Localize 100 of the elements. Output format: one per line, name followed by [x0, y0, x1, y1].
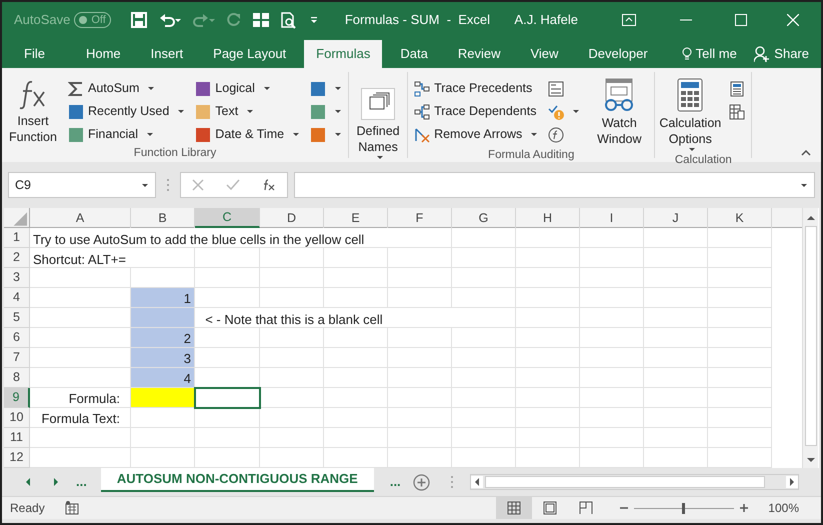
- ribbon-tab[interactable]: Insert: [138, 40, 196, 68]
- grid-cell[interactable]: [30, 268, 131, 288]
- grid-cell[interactable]: [388, 428, 452, 448]
- row-header[interactable]: 4: [4, 288, 30, 308]
- grid-cell[interactable]: [195, 428, 260, 448]
- ribbon-tab[interactable]: Home: [74, 40, 133, 68]
- grid-cell[interactable]: [260, 248, 324, 268]
- grid-cell[interactable]: [516, 368, 580, 388]
- handle-icon[interactable]: [450, 475, 454, 489]
- ribbon-button[interactable]: Date & Time: [193, 125, 302, 144]
- selected-cell[interactable]: [195, 388, 260, 408]
- ribbon-tab[interactable]: Data: [388, 40, 440, 68]
- grid-cell[interactable]: [708, 408, 772, 428]
- grid-cell[interactable]: [708, 388, 772, 408]
- grid-cell[interactable]: [580, 448, 644, 468]
- grid-cell[interactable]: [324, 328, 388, 348]
- grid-cell[interactable]: [516, 328, 580, 348]
- grid-cell[interactable]: [708, 308, 772, 328]
- grid-cell[interactable]: [324, 268, 388, 288]
- ribbon-tab[interactable]: Review: [446, 40, 512, 68]
- zoom-percent[interactable]: 100%: [768, 499, 799, 517]
- ribbon-button[interactable]: Defined Names: [353, 74, 404, 160]
- collapse-icon[interactable]: [801, 150, 811, 156]
- grid-cell[interactable]: [388, 248, 452, 268]
- grid-cell[interactable]: [452, 248, 516, 268]
- row-header[interactable]: 12: [4, 448, 30, 468]
- grid-cell[interactable]: [195, 348, 260, 368]
- column-header[interactable]: H: [516, 208, 580, 228]
- grid-cell[interactable]: [388, 328, 452, 348]
- grid-cell[interactable]: [195, 268, 260, 288]
- maximize-icon[interactable]: [735, 14, 747, 26]
- add-sheet-icon[interactable]: [412, 474, 430, 490]
- grid-cell[interactable]: [324, 388, 388, 408]
- handle-icon[interactable]: [166, 178, 170, 192]
- grid-cell[interactable]: [580, 248, 644, 268]
- column-header[interactable]: A: [30, 208, 131, 228]
- grid-cell[interactable]: [452, 368, 516, 388]
- grid-cell[interactable]: [195, 408, 260, 428]
- ribbon-tab[interactable]: View: [518, 40, 570, 68]
- grid-cell[interactable]: [580, 308, 644, 328]
- grid-cell[interactable]: [452, 348, 516, 368]
- grid-cell[interactable]: [580, 228, 644, 248]
- sheet-tab[interactable]: AUTOSUM NON-CONTIGUOUS RANGE: [100, 468, 374, 492]
- grid-cell[interactable]: [324, 368, 388, 388]
- ribbon-tab[interactable]: Developer: [576, 40, 660, 68]
- ribbon-button[interactable]: Financial: [66, 125, 188, 144]
- column-header[interactable]: K: [708, 208, 772, 228]
- grid-cell[interactable]: [516, 408, 580, 428]
- column-header[interactable]: C: [195, 208, 260, 228]
- grid-cell[interactable]: [324, 428, 388, 448]
- ribbon-button[interactable]: [727, 102, 748, 121]
- grid-cell[interactable]: [644, 348, 708, 368]
- column-header[interactable]: I: [580, 208, 644, 228]
- ribbon-button[interactable]: Insert Function: [6, 74, 60, 145]
- grid-cell[interactable]: [644, 408, 708, 428]
- more-sheets-button[interactable]: ...: [390, 472, 401, 492]
- row-header[interactable]: 1: [4, 228, 30, 248]
- grid-cell[interactable]: Try to use AutoSum to add the blue cells in the yellow cell: [30, 228, 452, 248]
- grid-cell[interactable]: [388, 368, 452, 388]
- column-header[interactable]: F: [388, 208, 452, 228]
- grid-cell[interactable]: [580, 368, 644, 388]
- horizontal-scrollbar[interactable]: [470, 474, 799, 490]
- grid-cell[interactable]: [388, 268, 452, 288]
- grid-cell[interactable]: [260, 288, 324, 308]
- grid-cell[interactable]: [708, 328, 772, 348]
- grid-cell[interactable]: [516, 268, 580, 288]
- grid-cell[interactable]: Formula Text:: [30, 408, 131, 428]
- grid-cell[interactable]: [516, 348, 580, 368]
- row-header[interactable]: 8: [4, 368, 30, 388]
- grid-cell[interactable]: [644, 428, 708, 448]
- grid-icon[interactable]: [252, 13, 269, 27]
- ribbon-button[interactable]: Logical: [193, 79, 302, 98]
- grid-cell[interactable]: [260, 268, 324, 288]
- grid-cell[interactable]: [644, 228, 708, 248]
- grid-cell[interactable]: [195, 328, 260, 348]
- grid-cell[interactable]: [260, 428, 324, 448]
- customize-icon[interactable]: [308, 15, 319, 25]
- column-header[interactable]: G: [452, 208, 516, 228]
- grid-cell[interactable]: [516, 448, 580, 468]
- grid-cell[interactable]: [580, 408, 644, 428]
- scroll-thumb[interactable]: [484, 476, 765, 488]
- grid-cell[interactable]: [516, 428, 580, 448]
- ribbon-button[interactable]: Recently Used: [66, 102, 188, 121]
- formula-input[interactable]: [294, 172, 815, 198]
- grid-cell[interactable]: [708, 428, 772, 448]
- grid-cell[interactable]: [131, 428, 195, 448]
- filled-cell[interactable]: [131, 308, 195, 328]
- grid-cell[interactable]: [708, 448, 772, 468]
- grid-cell[interactable]: [708, 288, 772, 308]
- vertical-scrollbar[interactable]: [802, 208, 818, 468]
- zoom-in-icon[interactable]: [740, 504, 748, 512]
- grid-cell[interactable]: [324, 348, 388, 368]
- grid-cell[interactable]: [452, 388, 516, 408]
- grid-cell[interactable]: [260, 368, 324, 388]
- ribbon-button[interactable]: Text: [193, 102, 302, 121]
- grid-cell[interactable]: [708, 248, 772, 268]
- ribbon-button[interactable]: AutoSum: [66, 79, 188, 98]
- grid-cell[interactable]: [516, 288, 580, 308]
- save-icon[interactable]: [130, 12, 147, 28]
- grid-cell[interactable]: [644, 268, 708, 288]
